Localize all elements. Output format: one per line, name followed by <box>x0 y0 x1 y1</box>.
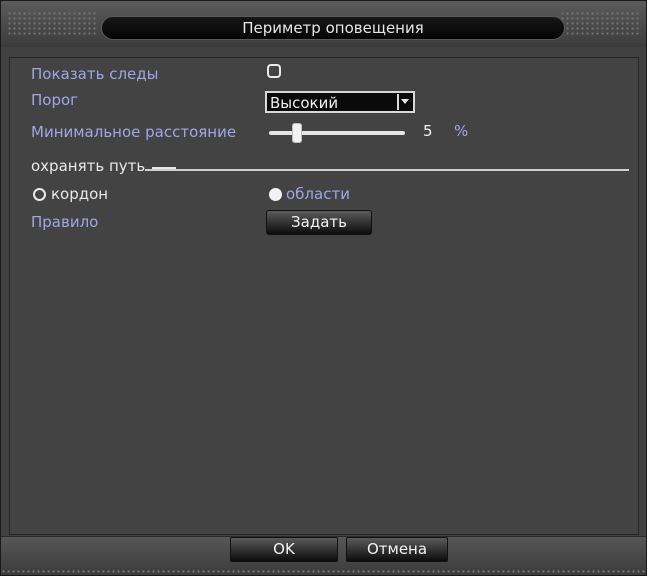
mode-area-radio[interactable] <box>269 188 282 201</box>
min-distance-value: 5 <box>423 122 433 140</box>
protect-path-label: охранять путь <box>31 157 146 175</box>
threshold-select-value: Высокий <box>270 94 339 112</box>
slider-track[interactable] <box>269 131 405 135</box>
min-distance-unit: % <box>454 122 469 140</box>
alarm-perimeter-dialog: Периметр оповещения Показать следы Порог… <box>0 0 647 576</box>
mode-cordon-radio[interactable] <box>33 188 46 201</box>
threshold-label: Порог <box>31 91 79 109</box>
rule-label: Правило <box>31 213 99 231</box>
dialog-title: Периметр оповещения <box>101 16 565 40</box>
threshold-select[interactable]: Высокий <box>265 91 415 113</box>
min-distance-slider[interactable] <box>269 123 405 143</box>
cancel-button[interactable]: Отмена <box>346 537 448 562</box>
title-bar[interactable]: Периметр оповещения <box>1 1 646 47</box>
chevron-down-icon <box>401 99 409 104</box>
bottom-grip <box>1 569 646 575</box>
title-grip-right <box>560 11 640 37</box>
dropdown-arrow-box[interactable] <box>397 94 411 110</box>
set-rule-button[interactable]: Задать <box>266 210 372 235</box>
section-divider <box>145 169 629 171</box>
title-grip-left <box>7 11 97 37</box>
mode-area-label[interactable]: области <box>286 185 350 203</box>
slider-thumb[interactable] <box>292 123 302 143</box>
min-distance-label: Минимальное расстояние <box>31 123 237 141</box>
show-traces-label: Показать следы <box>31 65 159 83</box>
mode-cordon-label[interactable]: кордон <box>51 185 108 203</box>
show-traces-checkbox[interactable] <box>267 64 281 78</box>
ok-button[interactable]: OK <box>230 537 338 562</box>
